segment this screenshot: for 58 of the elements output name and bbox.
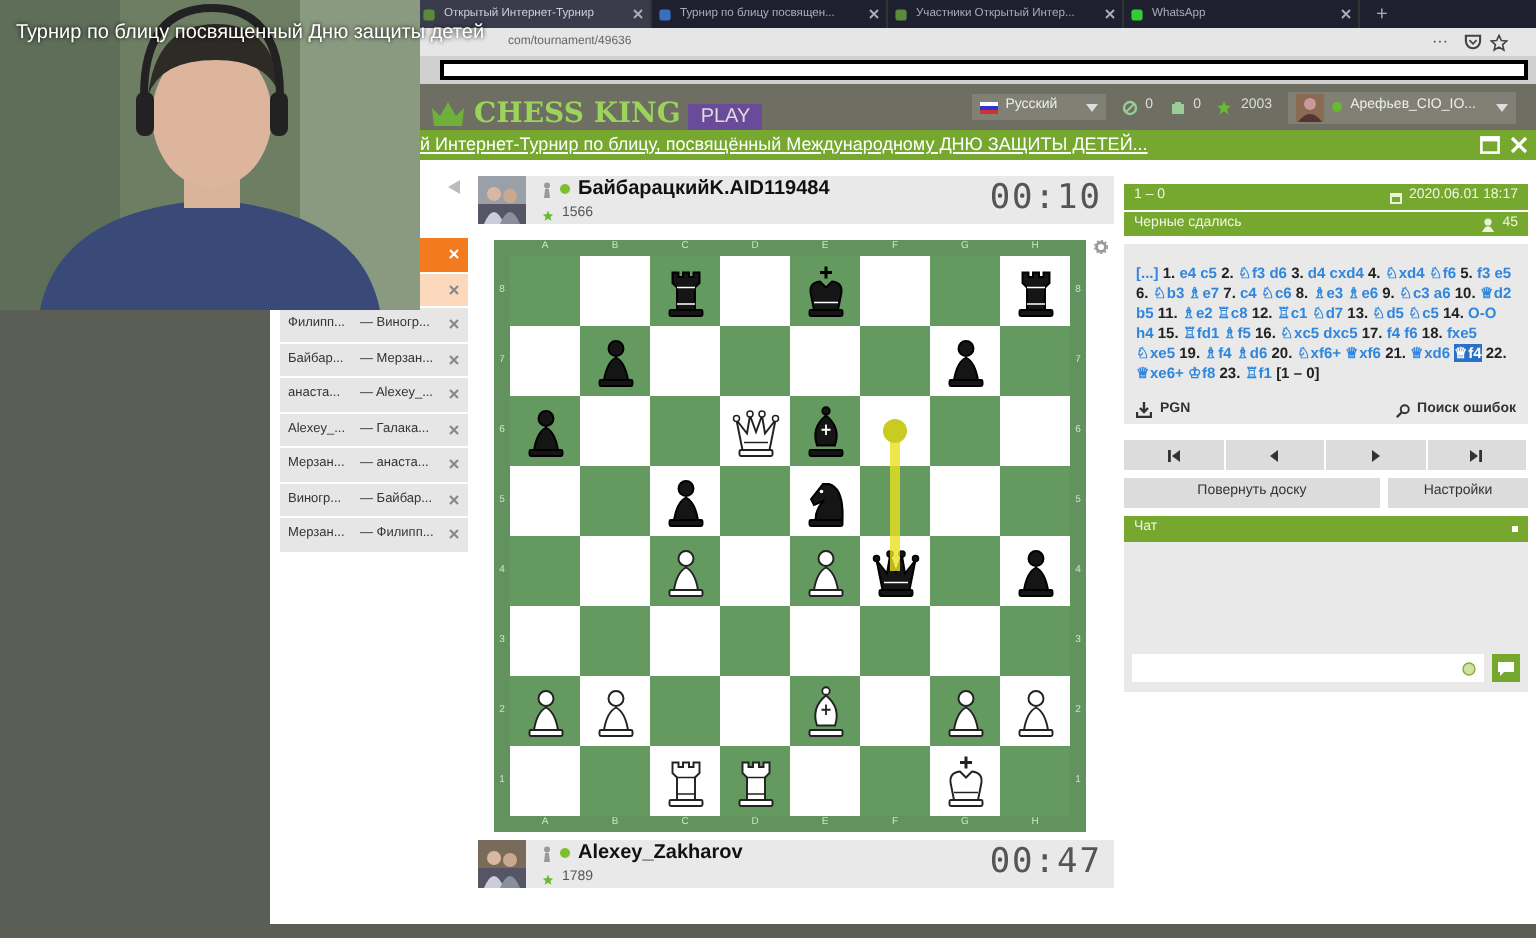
no-entry-icon [1121,99,1138,115]
star-icon [542,873,554,885]
tab-favicon-icon [422,7,436,21]
close-game-button[interactable] [448,283,460,296]
player-figure-icon [542,181,552,198]
player-figure-icon [542,845,552,862]
game-clock: 00:10 [989,176,1104,223]
online-dot-icon [1332,102,1343,112]
player-name[interactable]: Alexey_Zakharov [578,838,743,869]
tab-close-icon[interactable] [1104,8,1116,20]
tab-favicon-icon [658,7,672,21]
user-avatar-icon [1296,93,1325,121]
last-move-icon [1470,449,1483,461]
tab-close-icon[interactable] [868,8,880,20]
pocket-icon[interactable] [1464,34,1482,50]
close-icon[interactable] [1510,136,1528,154]
close-game-button[interactable] [448,353,460,366]
close-game-button[interactable] [448,318,460,331]
close-game-button[interactable] [448,528,460,541]
first-move-button[interactable] [1124,440,1225,470]
page-actions-button[interactable]: ··· [1432,30,1448,54]
star-icon [542,209,554,221]
person-icon [1482,217,1495,231]
flag-icon [979,101,998,113]
game-clock: 00:47 [989,840,1104,887]
star-icon [1216,99,1233,115]
next-move-icon [1369,449,1382,461]
send-button[interactable] [1492,654,1520,682]
download-icon [1136,402,1152,418]
last-move-button[interactable] [1427,440,1528,470]
tab-close-icon[interactable] [1340,8,1352,20]
tab-favicon-icon [1130,7,1144,21]
game-row[interactable] [420,273,468,308]
calendar-icon [1389,191,1401,203]
first-move-icon [1167,449,1180,461]
close-game-button[interactable] [448,423,460,436]
close-game-button[interactable] [448,388,460,401]
smiley-icon[interactable] [1462,661,1476,675]
logo-badge: PLAY [688,104,763,130]
chat-input[interactable] [1132,654,1484,682]
caret-icon [1496,103,1508,111]
search-icon [1395,403,1410,417]
close-game-button[interactable] [448,493,460,506]
maximize-icon[interactable] [1480,136,1500,154]
crown-logo-icon [430,98,466,130]
briefcase-icon [1169,99,1186,115]
game-row[interactable] [420,238,468,273]
tab-close-icon[interactable] [632,8,644,20]
settings-icon[interactable] [1094,240,1108,254]
new-tab-button[interactable]: + [1360,0,1404,28]
close-game-button[interactable] [448,458,460,471]
bookmark-star-icon[interactable] [1490,33,1508,51]
previous-move-icon [1268,449,1281,461]
site-logo[interactable]: CHESS KING [474,100,681,130]
chat-bubble-icon [1498,661,1514,675]
player-name[interactable]: БайбарацкийK.AID119484 [578,174,830,205]
tab-favicon-icon [894,7,908,21]
caret-icon [1085,103,1098,111]
